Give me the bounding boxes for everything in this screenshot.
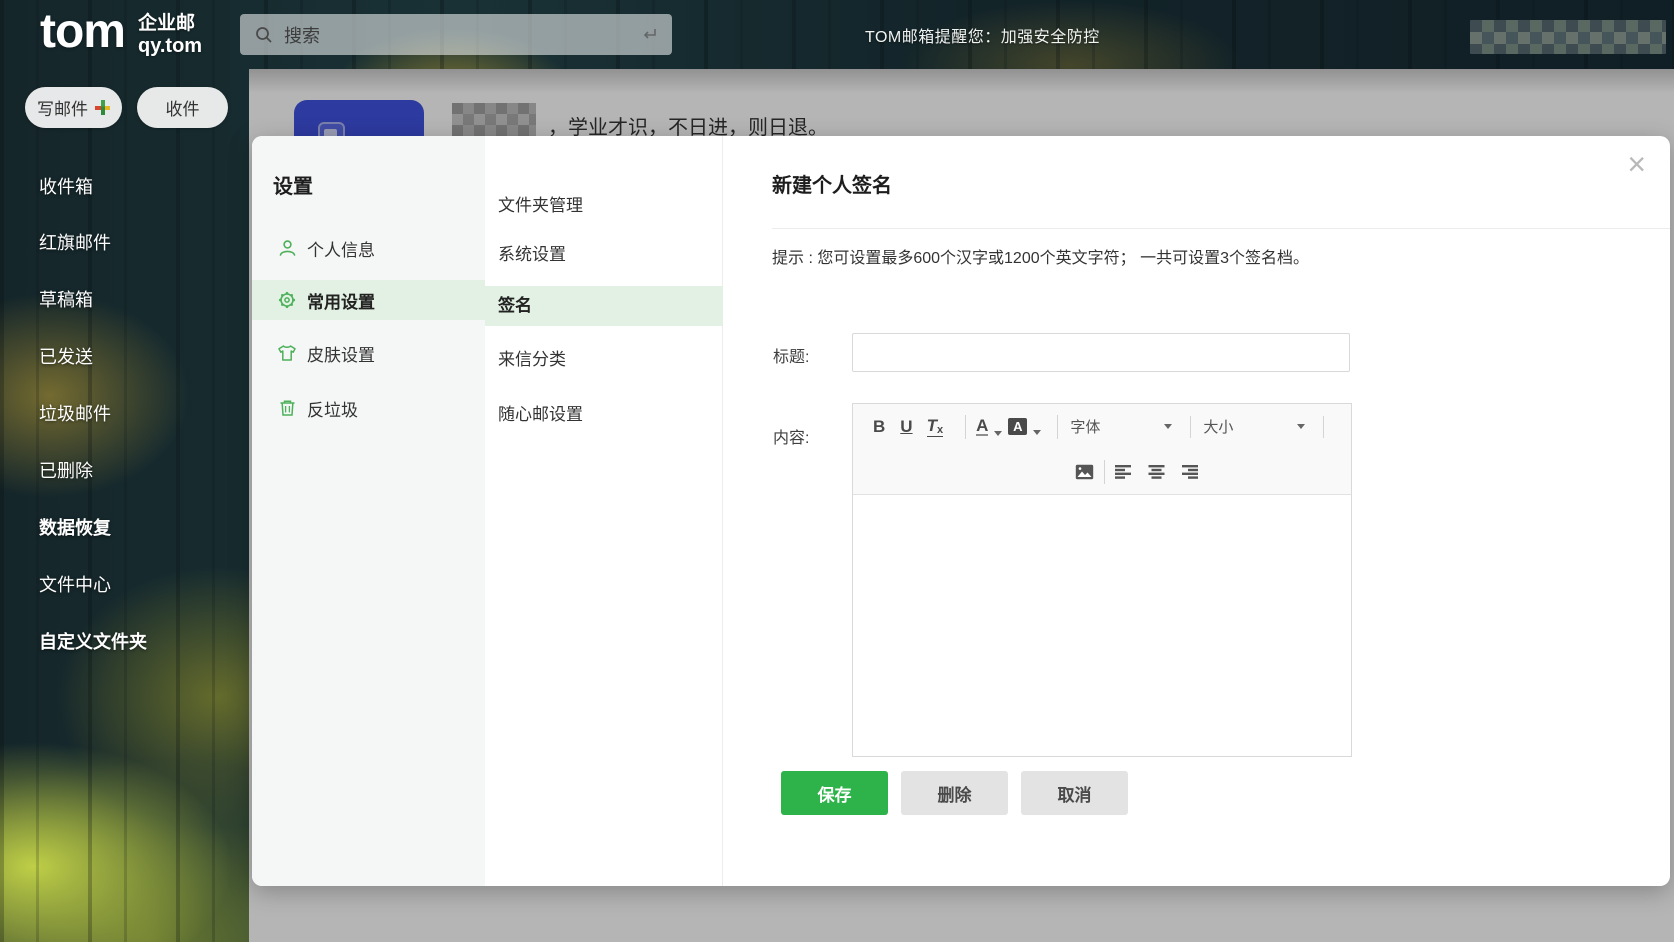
compose-mail-label: 写邮件	[37, 95, 88, 120]
underline-icon[interactable]: U	[900, 417, 912, 437]
clear-format-letter: T	[927, 416, 937, 436]
font-size-value: 大小	[1203, 416, 1233, 437]
signature-title-label: 标题:	[773, 343, 809, 367]
font-color-icon: A	[976, 417, 988, 436]
sidebar-item-file-center[interactable]: 文件中心	[39, 572, 111, 598]
settings-nav-anti-spam[interactable]: 反垃圾	[252, 388, 485, 428]
chevron-down-icon	[1033, 430, 1041, 435]
app-window: tom 企业邮 qy.tom 搜索 TOM邮箱提醒您：加强安全防控 写邮件 收件…	[0, 0, 1674, 942]
receive-mail-label: 收件	[166, 95, 200, 120]
subnav-incoming-classification[interactable]: 来信分类	[485, 340, 723, 380]
user-icon	[277, 238, 297, 258]
bold-icon[interactable]: B	[873, 417, 885, 437]
chevron-down-icon	[994, 431, 1002, 436]
clear-format-icon[interactable]: Tx	[927, 416, 944, 437]
align-left-icon[interactable]	[1115, 465, 1132, 479]
shirt-icon	[277, 343, 297, 363]
logo-subtitle: 企业邮 qy.tom	[138, 13, 202, 58]
align-center-icon[interactable]	[1148, 465, 1165, 479]
search-icon	[254, 25, 274, 45]
dialog-title: 新建个人签名	[772, 169, 892, 198]
tom-logo: tom	[40, 4, 125, 59]
signature-content-label: 内容:	[773, 424, 809, 448]
chevron-down-icon	[1164, 424, 1172, 429]
toolbar-separator	[1190, 416, 1191, 438]
enter-icon[interactable]	[640, 27, 658, 43]
sidebar-item-inbox[interactable]: 收件箱	[39, 174, 93, 200]
toolbar-separator	[1057, 415, 1058, 439]
settings-nav-label: 常用设置	[307, 288, 375, 313]
background-color-icon: A	[1008, 418, 1027, 435]
sidebar-item-data-recovery[interactable]: 数据恢复	[39, 515, 111, 541]
trash-icon	[277, 398, 297, 418]
subnav-suixin-mail-settings[interactable]: 随心邮设置	[485, 395, 723, 435]
font-family-value: 字体	[1070, 416, 1100, 437]
subnav-signature[interactable]: 签名	[485, 286, 723, 326]
compose-mail-button[interactable]: 写邮件	[25, 87, 122, 128]
settings-subnav-panel: 文件夹管理 系统设置 签名 来信分类 随心邮设置	[485, 136, 723, 886]
signature-title-input[interactable]	[852, 333, 1350, 372]
settings-nav-label: 皮肤设置	[307, 341, 375, 366]
search-placeholder: 搜索	[284, 22, 640, 48]
logo-product-label: 企业邮	[138, 13, 202, 35]
sidebar-item-drafts[interactable]: 草稿箱	[39, 287, 93, 313]
sidebar-item-spam[interactable]: 垃圾邮件	[39, 401, 111, 427]
receive-mail-button[interactable]: 收件	[137, 87, 228, 128]
sidebar-item-deleted[interactable]: 已删除	[39, 458, 93, 484]
gear-icon	[277, 290, 297, 310]
toolbar-separator	[1323, 416, 1324, 438]
sidebar-item-flagged[interactable]: 红旗邮件	[39, 230, 111, 256]
font-color-button[interactable]: A	[976, 417, 1008, 436]
settings-nav-skin-settings[interactable]: 皮肤设置	[252, 333, 485, 373]
insert-image-icon[interactable]	[1075, 464, 1094, 480]
subnav-folder-management[interactable]: 文件夹管理	[485, 186, 723, 226]
search-input[interactable]: 搜索	[240, 14, 672, 55]
save-button[interactable]: 保存	[781, 771, 888, 815]
font-size-select[interactable]: 大小	[1201, 416, 1313, 437]
chevron-down-icon	[1297, 424, 1305, 429]
settings-nav-common-settings[interactable]: 常用设置	[252, 280, 485, 320]
sidebar-item-sent[interactable]: 已发送	[39, 344, 93, 370]
settings-nav-label: 个人信息	[307, 236, 375, 261]
clear-format-sub: x	[937, 424, 943, 436]
align-right-icon[interactable]	[1181, 465, 1198, 479]
redacted-account-block	[1470, 20, 1666, 54]
toolbar-separator	[965, 415, 966, 439]
background-color-button[interactable]: A	[1008, 418, 1047, 435]
toolbar-separator	[1104, 460, 1105, 484]
settings-title: 设置	[273, 170, 313, 199]
close-icon[interactable]: ×	[1627, 148, 1646, 180]
editor-toolbar: B U Tx A A 字体	[853, 404, 1351, 495]
settings-nav-panel: 设置 个人信息 常用设置	[252, 136, 485, 886]
signature-tip-text: 提示 : 您可设置最多600个汉字或1200个英文字符； 一共可设置3个签名档。	[772, 244, 1309, 268]
subnav-system-settings[interactable]: 系统设置	[485, 235, 723, 275]
font-family-select[interactable]: 字体	[1068, 416, 1180, 437]
dialog-divider	[772, 228, 1670, 229]
settings-dialog: 设置 个人信息 常用设置	[252, 136, 1670, 886]
logo-domain-label: qy.tom	[138, 35, 202, 58]
settings-nav-personal-info[interactable]: 个人信息	[252, 228, 485, 268]
settings-nav-label: 反垃圾	[307, 396, 358, 421]
security-notice-text: TOM邮箱提醒您：加强安全防控	[865, 23, 1100, 47]
compose-plus-icon	[95, 100, 110, 115]
signature-content-textarea[interactable]	[853, 495, 1351, 756]
sidebar-item-custom-folders[interactable]: 自定义文件夹	[39, 629, 147, 655]
delete-button[interactable]: 删除	[901, 771, 1008, 815]
cancel-button[interactable]: 取消	[1021, 771, 1128, 815]
signature-rich-text-editor: B U Tx A A 字体	[852, 403, 1352, 757]
